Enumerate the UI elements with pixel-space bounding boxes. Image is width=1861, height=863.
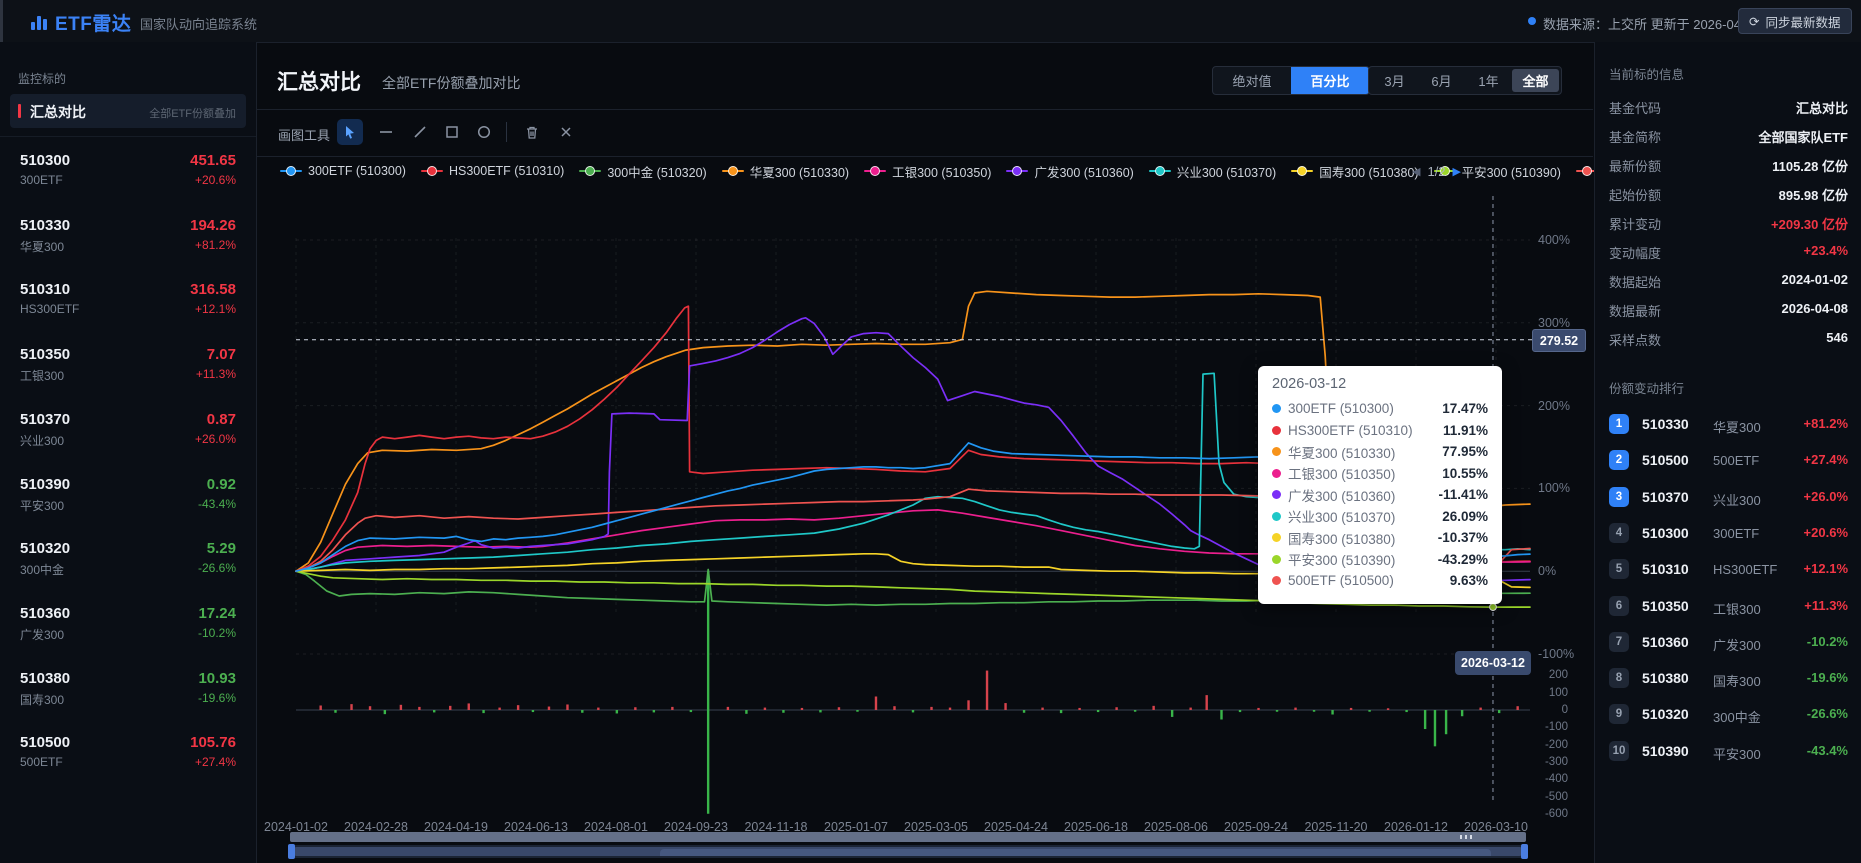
series-dot-icon	[1272, 468, 1281, 478]
tooltip-date: 2026-03-12	[1272, 376, 1347, 392]
tooltip-series-name: 300ETF (510300)	[1288, 401, 1394, 417]
tooltip-series-name: HS300ETF (510310)	[1288, 422, 1413, 438]
tooltip-row: 工银300 (510350) 10.55%	[1272, 463, 1488, 485]
tooltip-series-value: 77.95%	[1442, 444, 1488, 460]
tooltip-series-name: 广发300 (510360)	[1288, 488, 1396, 504]
tooltip-series-value: -10.37%	[1437, 530, 1488, 546]
series-dot-icon	[1272, 554, 1281, 564]
series-dot-icon	[1272, 511, 1281, 521]
tooltip-row: 国寿300 (510380) -10.37%	[1272, 527, 1488, 549]
series-dot-icon	[1272, 404, 1281, 414]
tooltip-series-name: 兴业300 (510370)	[1288, 510, 1396, 526]
crosshair-value-badge: 279.52	[1532, 329, 1586, 352]
tooltip-series-value: -43.29%	[1437, 551, 1488, 567]
tooltip-row: 华夏300 (510330) 77.95%	[1272, 441, 1488, 463]
tooltip-row: 500ETF (510500) 9.63%	[1272, 570, 1488, 592]
series-dot-icon	[1272, 576, 1281, 586]
tooltip-series-name: 500ETF (510500)	[1288, 573, 1394, 589]
tooltip-row: HS300ETF (510310) 11.91%	[1272, 420, 1488, 442]
tooltip-series-value: 10.55%	[1442, 465, 1488, 481]
crosshair-point	[1489, 603, 1497, 611]
crosshair-date-badge: 2026-03-12	[1455, 651, 1531, 675]
tooltip-row: 平安300 (510390) -43.29%	[1272, 549, 1488, 571]
tooltip-series-name: 华夏300 (510330)	[1288, 445, 1396, 461]
tooltip-series-name: 工银300 (510350)	[1288, 467, 1396, 483]
tooltip-series-name: 国寿300 (510380)	[1288, 531, 1396, 547]
series-dot-icon	[1272, 490, 1281, 500]
tooltip-series-value: 17.47%	[1442, 401, 1488, 417]
tooltip-rows: 300ETF (510300) 17.47% HS300ETF (510310)…	[1272, 398, 1488, 592]
etf-radar-app: ETF雷达 国家队动向追踪系统 数据来源：上交所 更新于 2026-04-08 …	[0, 0, 1861, 863]
tooltip-series-value: -11.41%	[1438, 487, 1488, 503]
tooltip-row: 广发300 (510360) -11.41%	[1272, 484, 1488, 506]
series-dot-icon	[1272, 533, 1281, 543]
tooltip-series-value: 9.63%	[1449, 573, 1488, 589]
tooltip-series-name: 平安300 (510390)	[1288, 553, 1396, 569]
tooltip-series-value: 11.91%	[1442, 422, 1488, 438]
series-dot-icon	[1272, 447, 1281, 457]
chart-tooltip: 2026-03-12 300ETF (510300) 17.47% HS300E…	[1258, 366, 1502, 604]
tooltip-row: 300ETF (510300) 17.47%	[1272, 398, 1488, 420]
series-dot-icon	[1272, 425, 1281, 435]
tooltip-row: 兴业300 (510370) 26.09%	[1272, 506, 1488, 528]
tooltip-series-value: 26.09%	[1442, 508, 1488, 524]
main-chart[interactable]	[0, 0, 1861, 863]
